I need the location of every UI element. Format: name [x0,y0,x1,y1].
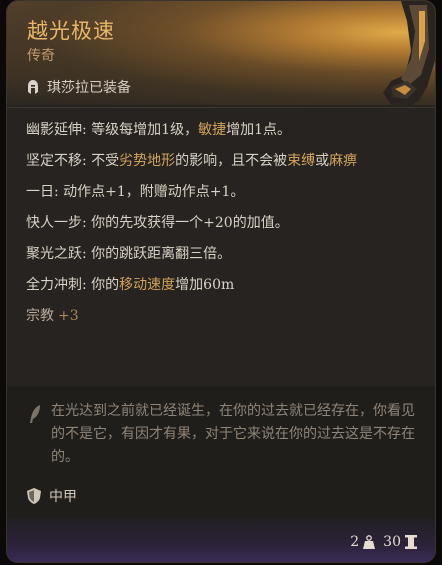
weight-value: 2 [350,534,360,550]
helmet-icon [28,80,38,94]
shield-icon [27,488,41,504]
equipped-status: 琪莎拉已装备 [25,77,131,97]
item-name: 越光极速 [27,19,115,43]
item-stats: 2 30 [350,534,417,550]
religion-bonus: 宗教 +3 [26,305,421,327]
keyword-paralysed[interactable]: 麻痹 [329,153,357,169]
header-divider [7,107,435,108]
item-properties: 幽影延伸: 等级每增加1级，敏捷增加1点。 坚定不移: 不受劣势地形的影响，且不… [26,119,421,336]
price-value: 30 [383,534,401,550]
keyword-movement-speed[interactable]: 移动速度 [119,277,175,293]
keyword-difficult-terrain[interactable]: 劣势地形 [119,153,175,169]
armor-type-label: 中甲 [49,489,77,505]
religion-label: 宗教 [26,308,54,324]
tooltip-header: 越光极速 传奇 琪莎拉已装备 [7,1,435,109]
keyword-dexterity[interactable]: 敏捷 [198,122,226,138]
property-one-day: 一日: 动作点+1，附赠动作点+1。 [26,184,245,200]
lore-text: 在光达到之前就已经诞生，在你的过去就已经存在，你看见的不是它，有因才有果，对于它… [51,403,415,465]
coin-icon [405,535,417,549]
property-light-leap: 聚光之跃: 你的跳跃距离翻三倍。 [26,246,232,262]
item-price: 30 [383,534,417,550]
armor-type: 中甲 [27,486,77,506]
tooltip-footer: 2 30 [7,518,435,562]
item-rarity: 传奇 [27,48,55,64]
equipped-label: 琪莎拉已装备 [47,80,131,96]
property-quick-step: 快人一步: 你的先攻获得一个+20的加值。 [26,215,289,231]
property-full-sprint: 全力冲刺: 你的移动速度增加60m [26,277,235,293]
religion-value: +3 [58,308,79,324]
property-steadfast: 坚定不移: 不受劣势地形的影响，且不会被束缚或麻痹 [26,153,358,169]
weight-icon [363,535,376,549]
property-shadow-extension: 幽影延伸: 等级每增加1级，敏捷增加1点。 [26,122,292,138]
quill-icon [30,405,40,423]
item-tooltip: 越光极速 传奇 琪莎拉已装备 幽影延伸: 等级每增加1级，敏捷增加1点。 坚定不… [6,0,436,563]
lore-section: 在光达到之前就已经诞生，在你的过去就已经存在，你看见的不是它，有因才有果，对于它… [7,386,435,526]
item-boots-icon [383,1,435,109]
item-weight: 2 [350,534,376,550]
keyword-restrained[interactable]: 束缚 [287,153,315,169]
